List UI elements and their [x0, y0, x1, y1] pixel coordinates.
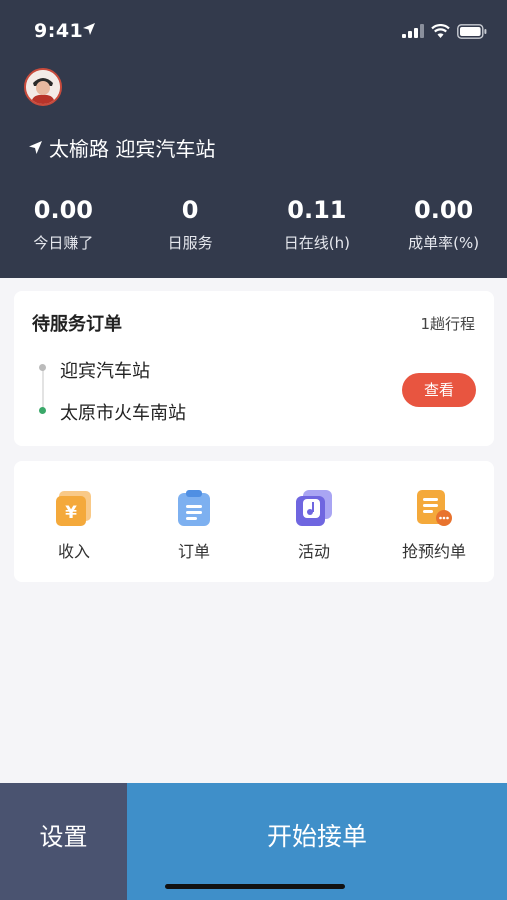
- origin-dot-icon: [39, 364, 46, 371]
- stat-online-hours[interactable]: 0.11 日在线(h): [254, 194, 381, 264]
- menu-item-income[interactable]: ¥ 收入: [14, 461, 134, 582]
- location-name: 太榆路 迎宾汽车站: [49, 136, 216, 161]
- navigation-arrow-icon: [29, 140, 42, 154]
- stat-value: 0.11: [287, 196, 347, 224]
- route-line: [42, 367, 44, 411]
- stat-value: 0: [181, 196, 199, 224]
- stat-label: 成单率(%): [408, 234, 480, 252]
- stat-label: 今日赚了: [33, 234, 94, 252]
- header: 9:41 太榆路 迎宾汽车站 0.00 今日赚了 0 日服务 0.11 日在线(…: [0, 0, 507, 278]
- stat-label: 日服务: [167, 234, 213, 252]
- current-location: 太榆路 迎宾汽车站: [28, 134, 216, 161]
- start-accepting-orders-button[interactable]: 开始接单: [127, 783, 507, 900]
- status-indicators: [402, 23, 487, 39]
- location-arrow-icon: [83, 23, 95, 35]
- stat-value: 0.00: [414, 196, 474, 224]
- status-bar: 9:41: [0, 0, 507, 60]
- quick-menu: ¥ 收入 订单 活动 抢预约单: [14, 461, 494, 582]
- avatar-icon: [26, 70, 60, 104]
- menu-item-orders[interactable]: 订单: [134, 461, 254, 582]
- stat-completion-rate[interactable]: 0.00 成单率(%): [380, 194, 507, 264]
- view-order-button[interactable]: 查看: [402, 373, 476, 407]
- bottom-bar: 设置 开始接单: [0, 783, 507, 900]
- reservation-icon: [417, 490, 452, 526]
- pending-orders-title: 待服务订单: [32, 314, 122, 335]
- settings-button[interactable]: 设置: [0, 783, 127, 900]
- menu-item-reservation[interactable]: 抢预约单: [374, 461, 494, 582]
- destination-dot-icon: [39, 407, 46, 414]
- stat-today-earnings[interactable]: 0.00 今日赚了: [0, 194, 127, 264]
- avatar[interactable]: [24, 68, 62, 106]
- pending-orders-card[interactable]: 待服务订单 1趟行程 迎宾汽车站 太原市火车南站 查看: [14, 291, 494, 446]
- activity-icon: [296, 490, 332, 526]
- orders-icon: [178, 490, 210, 526]
- trip-count: 1趟行程: [420, 315, 475, 333]
- route-origin: 迎宾汽车站: [60, 361, 150, 382]
- menu-label: 活动: [297, 542, 330, 561]
- home-indicator[interactable]: [165, 884, 345, 889]
- income-icon: ¥: [56, 491, 91, 526]
- signal-icon: [402, 24, 424, 38]
- stat-label: 日在线(h): [283, 234, 350, 252]
- menu-label: 抢预约单: [401, 542, 466, 561]
- battery-icon: [457, 23, 487, 39]
- wifi-icon: [431, 24, 450, 38]
- route-destination: 太原市火车南站: [60, 403, 186, 424]
- svg-text:¥: ¥: [65, 503, 77, 523]
- stat-daily-services[interactable]: 0 日服务: [127, 194, 254, 264]
- status-time: 9:41: [34, 20, 84, 42]
- menu-item-activity[interactable]: 活动: [254, 461, 374, 582]
- menu-label: 收入: [57, 542, 90, 561]
- menu-label: 订单: [177, 542, 210, 561]
- stat-value: 0.00: [33, 196, 93, 224]
- stats-row: 0.00 今日赚了 0 日服务 0.11 日在线(h) 0.00 成单率(%): [0, 194, 507, 264]
